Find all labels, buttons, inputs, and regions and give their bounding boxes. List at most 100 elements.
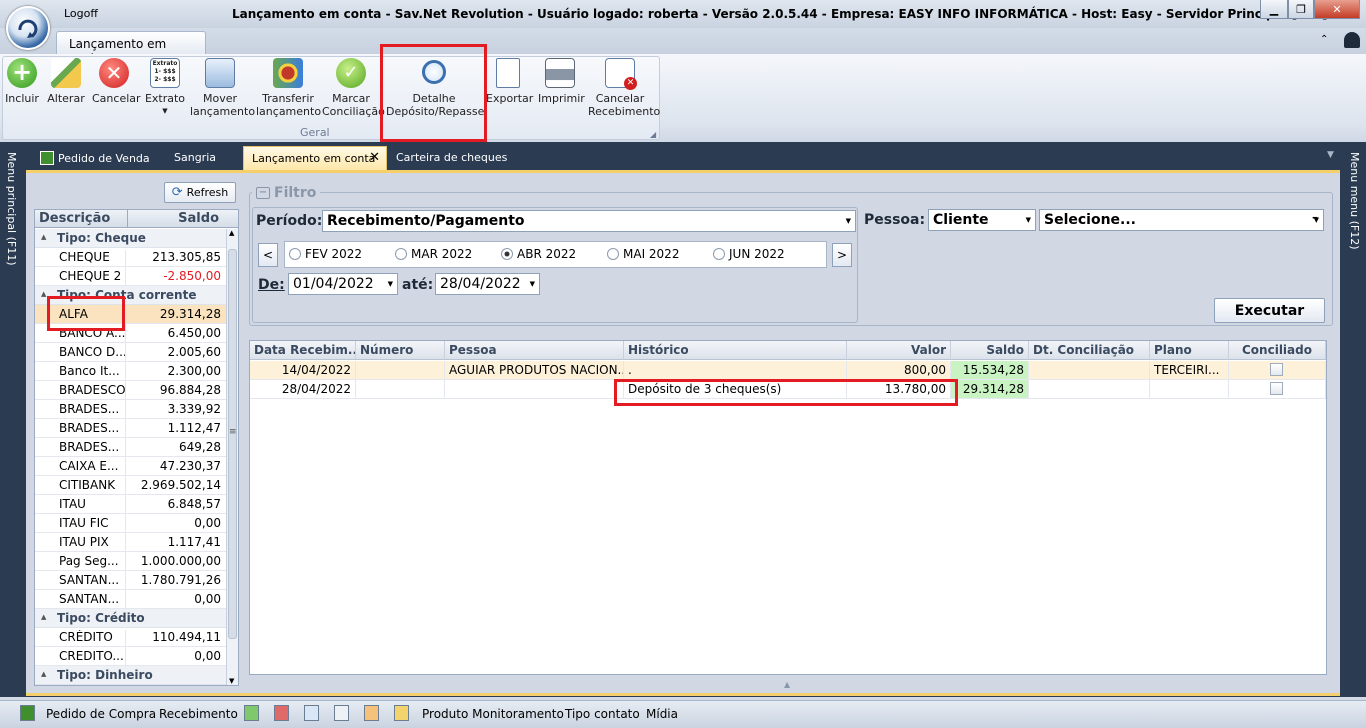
refresh-button[interactable]: ⟳ Refresh — [164, 182, 236, 203]
grid-cell-dt-conciliacao[interactable] — [1029, 380, 1150, 399]
account-group-header[interactable]: Tipo: Crédito — [35, 609, 227, 628]
pessoa-select[interactable]: Selecione... — [1039, 209, 1324, 231]
grid-cell-dt-conciliacao[interactable] — [1029, 361, 1150, 380]
grid-cell-pessoa[interactable] — [445, 380, 624, 399]
col-pessoa-header[interactable]: Pessoa — [445, 341, 624, 360]
col-dt-conciliacao-header[interactable]: Dt. Conciliação — [1029, 341, 1150, 360]
tab-lancamento-em-conta[interactable]: Lançamento em conta ✕ — [243, 146, 387, 170]
grid-cell-valor[interactable]: 800,00 — [847, 361, 951, 380]
account-row[interactable]: CRÉDITO 110.494,11 — [35, 628, 227, 649]
status-produto-monitoramento[interactable]: Produto Monitoramento — [422, 707, 564, 721]
add-document-icon[interactable] — [304, 705, 319, 721]
month-jun-2022[interactable]: JUN 2022 — [713, 247, 785, 261]
account-row[interactable]: BRADES... 1.112,47 — [35, 419, 227, 440]
status-pedido-compra[interactable]: Pedido de Compra — [46, 707, 156, 721]
grid-splitter-icon[interactable]: ▲ — [784, 680, 790, 689]
account-row[interactable]: BRADES... 649,28 — [35, 438, 227, 459]
account-row[interactable]: Pag Seg... 1.000.000,00 — [35, 552, 227, 573]
month-abr-2022[interactable]: ABR 2022 — [501, 247, 576, 261]
col-historico-header[interactable]: Histórico — [624, 341, 847, 360]
de-date-field[interactable]: 01/04/2022 — [288, 273, 398, 295]
pessoa-type-select[interactable]: Cliente — [928, 209, 1036, 231]
col-saldo[interactable]: Saldo — [127, 210, 225, 228]
account-group-header[interactable]: Tipo: Dinheiro — [35, 666, 227, 685]
status-tipo-contato[interactable]: Tipo contato — [565, 707, 640, 721]
document-list-icon[interactable] — [334, 705, 349, 721]
status-recebimento[interactable]: Recebimento — [159, 707, 238, 721]
exportar-button[interactable]: Exportar — [486, 58, 533, 105]
clear-pessoa-icon[interactable]: – — [1312, 210, 1318, 224]
account-row[interactable]: CREDITO... 0,00 — [35, 647, 227, 668]
app-logo-icon[interactable] — [6, 6, 50, 50]
alterar-button[interactable]: Alterar — [46, 58, 86, 105]
account-row[interactable]: SANTAN... 1.780.791,26 — [35, 571, 227, 592]
grid-cell-conciliado[interactable] — [1229, 380, 1326, 399]
account-row[interactable]: ITAU PIX 1.117,41 — [35, 533, 227, 554]
account-row[interactable]: CHEQUE 213.305,85 — [35, 248, 227, 269]
grid-cell-saldo[interactable]: 29.314,28 — [951, 380, 1029, 399]
ate-date-field[interactable]: 28/04/2022 — [435, 273, 540, 295]
cancelar-button[interactable]: ✕ Cancelar — [92, 58, 141, 105]
scroll-thumb[interactable] — [228, 249, 237, 639]
transferir-lancamento-button[interactable]: Transferir lançamento — [256, 58, 321, 118]
grid-cell-saldo[interactable]: 15.534,28 — [951, 361, 1029, 380]
account-row[interactable]: CHEQUE 2 -2.850,00 — [35, 267, 227, 288]
account-row[interactable]: CITIBANK 2.969.502,14 — [35, 476, 227, 497]
col-conciliado-header[interactable]: Conciliado — [1229, 341, 1326, 360]
tab-list-dropdown-icon[interactable]: ▼ — [1327, 150, 1334, 160]
account-group-header[interactable]: Tipo: Cheque — [35, 229, 227, 248]
notification-bell-icon[interactable] — [1344, 32, 1360, 48]
detalhe-deposito-button[interactable]: Detalhe Depósito/Repasse — [386, 58, 484, 118]
grid-cell-plano[interactable]: TERCEIRI... — [1150, 361, 1229, 380]
menu-menu-toggle[interactable]: Menu menu (F12) — [1348, 152, 1361, 250]
group-expand-icon[interactable]: ◢ — [650, 130, 656, 139]
account-row[interactable]: Banco It... 2.300,00 — [35, 362, 227, 383]
collapse-ribbon-icon[interactable]: ⌃ — [1320, 34, 1328, 45]
status-midia[interactable]: Mídia — [646, 707, 678, 721]
grid-cell-conciliado[interactable] — [1229, 361, 1326, 380]
col-descricao[interactable]: Descrição — [39, 211, 110, 226]
month-mar-2022[interactable]: MAR 2022 — [395, 247, 472, 261]
account-row[interactable]: BANCO D... 2.005,60 — [35, 343, 227, 364]
col-numero-header[interactable]: Número — [356, 341, 445, 360]
users-icon[interactable] — [364, 705, 379, 721]
periodo-select[interactable]: Recebimento/Pagamento — [322, 210, 856, 232]
month-mai-2022[interactable]: MAI 2022 — [607, 247, 679, 261]
marcar-conciliacao-button[interactable]: ✓ Marcar Conciliação — [322, 58, 385, 118]
logoff-link[interactable]: Logoff — [64, 7, 98, 20]
col-saldo-header[interactable]: Saldo — [951, 341, 1029, 360]
account-row[interactable]: ITAU 6.848,57 — [35, 495, 227, 516]
scroll-down-icon[interactable]: ▼ — [229, 677, 234, 685]
prev-month-button[interactable]: < — [258, 243, 278, 267]
grid-cell-plano[interactable] — [1150, 380, 1229, 399]
cancelar-recebimento-button[interactable]: ✕ Cancelar Recebimento — [588, 58, 660, 118]
incluir-button[interactable]: + Incluir — [4, 58, 40, 105]
collapse-filter-icon[interactable]: − — [256, 187, 270, 199]
menu-principal-toggle[interactable]: Menu principal (F11) — [5, 152, 18, 266]
executar-button[interactable]: Executar — [1214, 298, 1325, 323]
account-row[interactable]: CAIXA E... 47.230,37 — [35, 457, 227, 478]
col-plano-header[interactable]: Plano — [1150, 341, 1229, 360]
tab-pedido-venda[interactable]: Pedido de Venda — [32, 147, 158, 169]
col-data-header[interactable]: Data Recebim... — [250, 341, 356, 360]
account-row[interactable]: SANTAN... 0,00 — [35, 590, 227, 611]
imprimir-button[interactable]: Imprimir — [538, 58, 585, 105]
minimize-button[interactable]: ▁ — [1260, 0, 1288, 19]
conciliado-checkbox[interactable] — [1270, 382, 1283, 395]
ribbon-tab-lancamento[interactable]: Lançamento em conta — [56, 31, 206, 65]
account-row[interactable]: BRADESCO 96.884,28 — [35, 381, 227, 402]
grid-cell-data[interactable]: 14/04/2022 — [250, 361, 356, 380]
month-fev-2022[interactable]: FEV 2022 — [289, 247, 362, 261]
tab-sangria[interactable]: Sangria — [166, 147, 224, 169]
grid-cell-historico[interactable]: . — [624, 361, 847, 380]
conciliado-checkbox[interactable] — [1270, 363, 1283, 376]
spreadsheet-red-icon[interactable] — [274, 705, 289, 721]
next-month-button[interactable]: > — [832, 243, 852, 267]
account-row[interactable]: ITAU FIC 0,00 — [35, 514, 227, 535]
col-valor-header[interactable]: Valor — [847, 341, 951, 360]
pedido-compra-icon[interactable] — [20, 705, 35, 721]
spreadsheet-green-icon[interactable] — [244, 705, 259, 721]
account-row[interactable]: BRADES... 3.339,92 — [35, 400, 227, 421]
grid-cell-numero[interactable] — [356, 361, 445, 380]
scroll-up-icon[interactable]: ▲ — [229, 229, 234, 237]
